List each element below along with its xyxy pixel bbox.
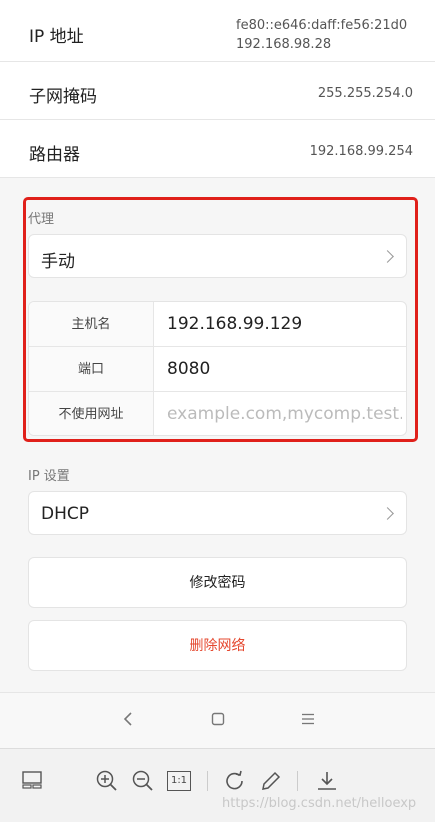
- back-icon[interactable]: [122, 711, 134, 727]
- ip-settings-selector[interactable]: DHCP: [28, 491, 407, 535]
- ipv6-value: fe80::e646:daff:fe56:21d0: [236, 18, 408, 33]
- download-icon[interactable]: [315, 769, 339, 793]
- menu-icon[interactable]: [300, 711, 316, 727]
- ip-settings-value: DHCP: [41, 504, 89, 524]
- router-label: 路由器: [29, 145, 80, 165]
- red-highlight-box: [23, 197, 418, 442]
- network-info-panel: IP 地址 fe80::e646:daff:fe56:21d0 192.168.…: [0, 0, 435, 178]
- router-value: 192.168.99.254: [309, 144, 413, 159]
- edit-icon[interactable]: [259, 769, 283, 793]
- zoom-in-icon[interactable]: [95, 769, 119, 793]
- actual-size-icon[interactable]: 1:1: [167, 771, 191, 791]
- delete-network-button[interactable]: 删除网络: [28, 620, 407, 671]
- layout-icon[interactable]: [21, 769, 43, 791]
- ip-address-row: IP 地址 fe80::e646:daff:fe56:21d0 192.168.…: [0, 0, 435, 62]
- toolbar-divider: [207, 771, 208, 791]
- subnet-mask-row: 子网掩码 255.255.254.0: [0, 62, 435, 120]
- chevron-right-icon: [381, 507, 394, 520]
- ipv4-value: 192.168.98.28: [236, 37, 332, 52]
- watermark-text: https://blog.csdn.net/helloexp: [222, 796, 417, 811]
- rotate-icon[interactable]: [223, 769, 247, 793]
- image-viewer-toolbar: 1:1 https://blog.csdn.net/helloexp: [0, 748, 435, 822]
- system-navigation-bar: [0, 692, 435, 748]
- modify-password-button[interactable]: 修改密码: [28, 557, 407, 608]
- router-row: 路由器 192.168.99.254: [0, 120, 435, 178]
- subnet-mask-value: 255.255.254.0: [317, 86, 413, 101]
- ip-address-label: IP 地址: [29, 27, 84, 47]
- toolbar-divider: [297, 771, 298, 791]
- ip-address-value: fe80::e646:daff:fe56:21d0 192.168.98.28: [236, 16, 407, 54]
- home-icon[interactable]: [211, 711, 225, 727]
- zoom-out-icon[interactable]: [131, 769, 155, 793]
- ip-settings-section-label: IP 设置: [28, 469, 70, 484]
- subnet-mask-label: 子网掩码: [29, 87, 97, 107]
